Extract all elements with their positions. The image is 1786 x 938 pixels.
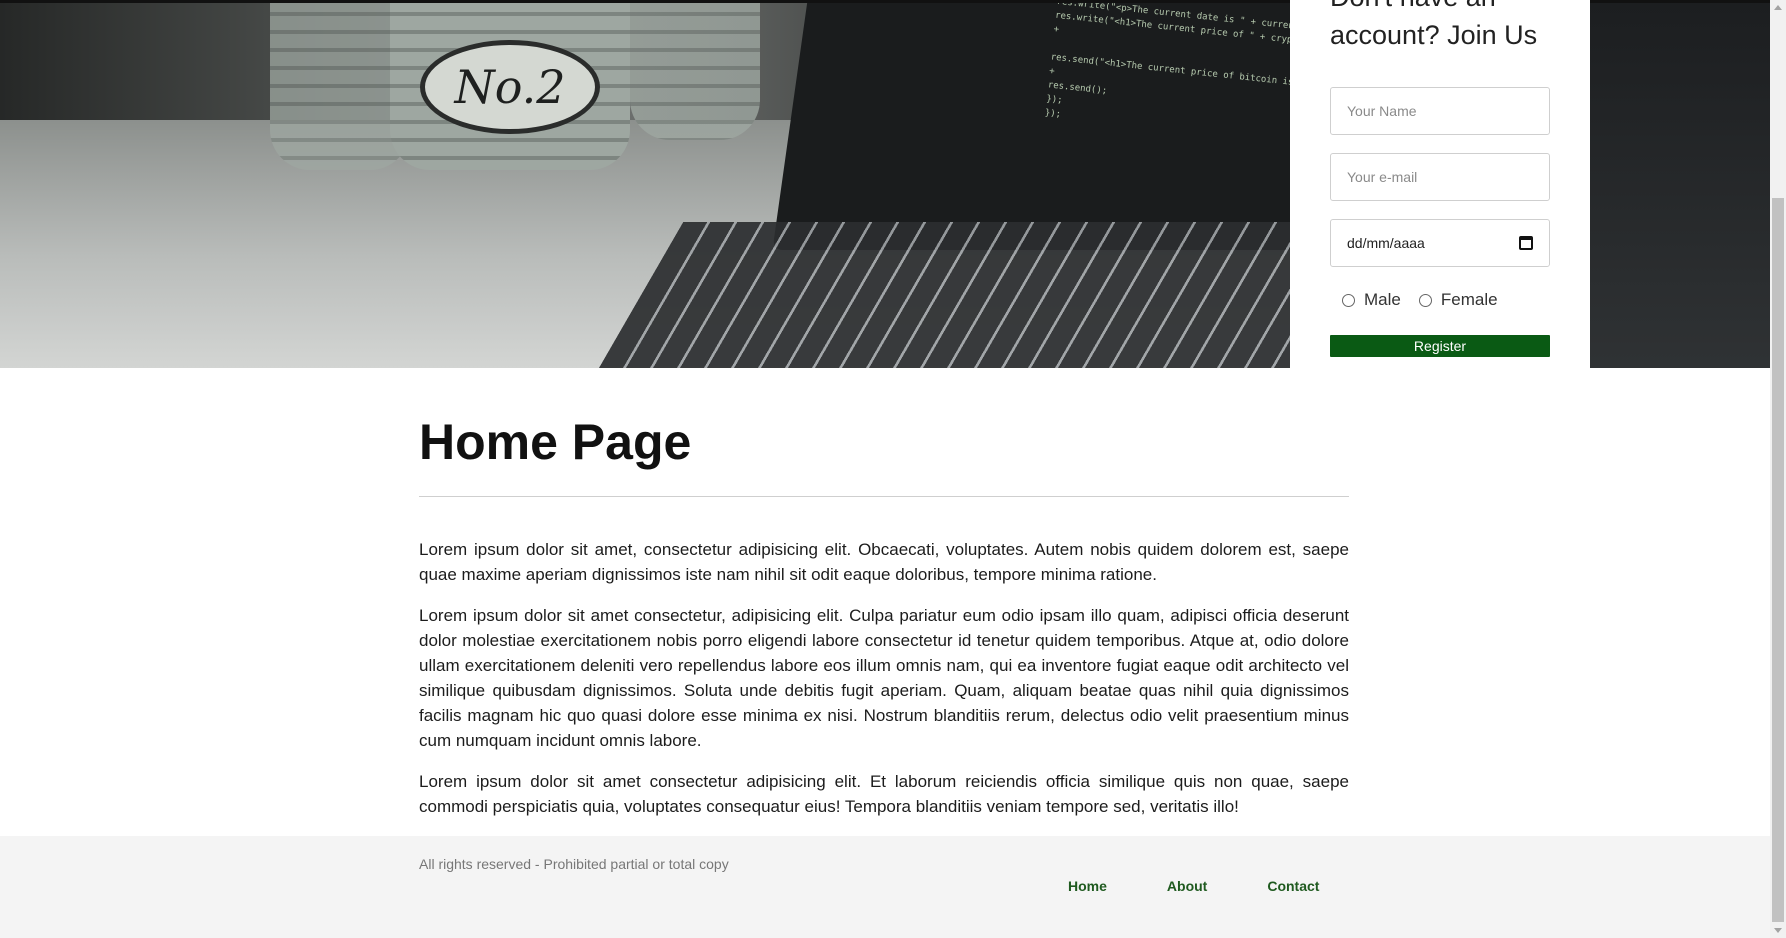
birthdate-field[interactable]: dd/mm/aaaa (1330, 219, 1550, 267)
footer-link-about[interactable]: About (1137, 878, 1237, 894)
footer: All rights reserved - Prohibited partial… (0, 836, 1770, 938)
gender-option-male[interactable]: Male (1342, 290, 1401, 310)
name-field[interactable] (1330, 87, 1550, 135)
calendar-icon[interactable] (1519, 236, 1533, 250)
radio-female[interactable] (1418, 293, 1432, 307)
email-input[interactable] (1347, 169, 1533, 185)
hero-pot-label: No.2 (420, 40, 600, 134)
main-content: Home Page Lorem ipsum dolor sit amet, co… (419, 368, 1349, 819)
footer-link-contact[interactable]: Contact (1237, 878, 1349, 894)
paragraph: Lorem ipsum dolor sit amet, consectetur … (419, 540, 1349, 584)
copyright-text: All rights reserved - Prohibited partial… (419, 856, 729, 872)
page-scrollbar[interactable] (1770, 0, 1786, 938)
paragraph: Lorem ipsum dolor sit amet consectetur a… (419, 772, 1349, 816)
hero-laptop-keyboard (596, 222, 1404, 368)
title-divider (419, 496, 1349, 497)
register-title: Don't have an account? Join Us (1330, 0, 1538, 50)
scrollbar-thumb[interactable] (1772, 198, 1784, 922)
radio-label-male: Male (1364, 290, 1401, 309)
page-title: Home Page (419, 414, 692, 470)
hero-banner: No.2 res.write("<p>The current date is "… (0, 0, 1770, 368)
name-input[interactable] (1347, 103, 1533, 119)
scroll-up-arrow-icon[interactable] (1774, 5, 1782, 10)
date-placeholder: dd/mm/aaaa (1347, 235, 1425, 251)
hero-photo-pot (630, 0, 760, 140)
scroll-down-arrow-icon[interactable] (1774, 928, 1782, 933)
footer-link-home[interactable]: Home (1068, 878, 1137, 894)
gender-option-female[interactable]: Female (1418, 290, 1498, 310)
paragraph: Lorem ipsum dolor sit amet consectetur, … (419, 606, 1349, 750)
radio-male[interactable] (1342, 293, 1355, 307)
hero-photo-pot (270, 0, 410, 170)
gender-radio-group: Male Female (1342, 290, 1508, 310)
register-button[interactable]: Register (1330, 335, 1550, 357)
register-card: Don't have an account? Join Us dd/mm/aaa… (1290, 0, 1590, 368)
footer-nav: Home About Contact (1068, 878, 1349, 894)
radio-label-female: Female (1440, 290, 1498, 309)
email-field[interactable] (1330, 153, 1550, 201)
hero-second-laptop (1590, 0, 1770, 368)
